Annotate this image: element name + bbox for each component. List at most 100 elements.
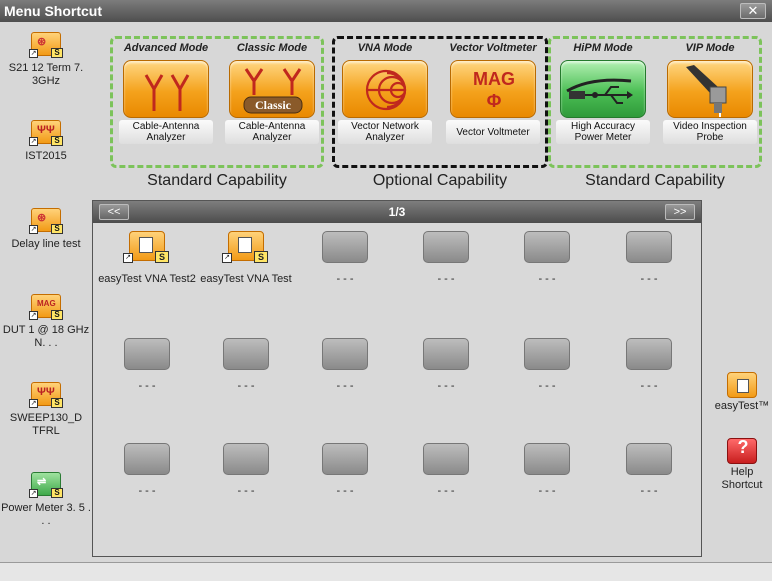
shortcut-slot-label: - - - <box>237 485 255 497</box>
page-indicator: 1/3 <box>388 205 406 219</box>
empty-slot-icon <box>223 443 269 475</box>
shortcut-slot[interactable]: - - - <box>599 443 699 498</box>
easytest-button[interactable]: easyTest™ <box>712 372 772 413</box>
shortcut-slot[interactable]: - - - <box>196 338 296 393</box>
shortcut-slot[interactable]: - - - <box>196 443 296 498</box>
window-titlebar: Menu Shortcut <box>0 0 772 22</box>
antenna-shortcut-icon: ΨΨ ↗ S <box>29 382 63 408</box>
shortcut-slot[interactable]: - - - <box>497 231 597 286</box>
shortcut-slot[interactable]: - - - <box>396 338 496 393</box>
app-name: Cable-Antenna Analyzer <box>225 120 319 144</box>
classic-antenna-icon: Classic <box>229 60 315 118</box>
empty-slot-icon <box>626 231 672 263</box>
window-title: Menu Shortcut <box>4 3 102 19</box>
empty-slot-icon <box>322 231 368 263</box>
phase-glyph: Φ <box>486 91 502 111</box>
shortcut-slot-label: - - - <box>640 380 658 392</box>
app-vector-network-analyzer[interactable]: VNA Mode Vector Network Analyzer <box>335 40 435 144</box>
shortcut-slot-label: - - - <box>336 380 354 392</box>
shortcut-slot[interactable]: - - - <box>97 443 197 498</box>
empty-slot-icon <box>524 231 570 263</box>
empty-slot-icon <box>124 443 170 475</box>
app-vector-voltmeter[interactable]: Vector Voltmeter MAG Φ Vector Voltmeter <box>443 40 543 144</box>
classic-badge: Classic <box>255 98 291 112</box>
app-name: Cable-Antenna Analyzer <box>119 120 213 144</box>
empty-slot-icon <box>322 338 368 370</box>
left-shortcut-2[interactable]: ΨΨ ↗ S IST2015 <box>0 120 92 163</box>
left-shortcut-label: S21 12 Term 7. 3GHz <box>8 62 84 87</box>
left-shortcut-label: IST2015 <box>25 150 67 162</box>
shortcut-slot[interactable]: - - - <box>295 443 395 498</box>
antenna-shortcut-icon: ΨΨ ↗ S <box>29 120 63 146</box>
shortcut-slot-label: easyTest VNA Test2 <box>98 273 196 285</box>
app-mode-label: VNA Mode <box>357 42 413 54</box>
shortcut-slot-label: - - - <box>437 380 455 392</box>
standard-capability-label-right: Standard Capability <box>585 172 725 189</box>
shortcut-slot-label: - - - <box>640 273 658 285</box>
shortcut-slot[interactable]: ↗ S easyTest VNA Test <box>196 231 296 286</box>
help-glyph: ? <box>737 437 749 457</box>
user-shortcut-panel: 1/3 << >> ↗ S easyTest VNA Test2 ↗ S easyTest… <box>92 200 702 557</box>
help-icon: ? <box>727 438 757 464</box>
shortcut-slot[interactable]: ↗ S easyTest VNA Test2 <box>97 231 197 286</box>
left-shortcut-4[interactable]: MAG ↗ S DUT 1 @ 18 GHz N. . . <box>0 294 92 350</box>
left-shortcut-6[interactable]: ⇌ ↗ S Power Meter 3. 5 . . . <box>0 472 92 528</box>
close-button[interactable]: ✕ <box>740 3 766 19</box>
shortcut-slot-label: - - - <box>640 485 658 497</box>
app-mode-label: Vector Voltmeter <box>449 42 537 54</box>
easytest-shortcut-icon: ↗ S <box>123 231 171 263</box>
help-label: Help Shortcut <box>721 466 763 491</box>
shortcut-slot-label: - - - <box>538 485 556 497</box>
mag-shortcut-icon: MAG ↗ S <box>29 294 63 320</box>
shortcut-slot[interactable]: - - - <box>295 231 395 286</box>
shortcut-slot[interactable]: - - - <box>396 443 496 498</box>
shortcut-slot-label: - - - <box>538 380 556 392</box>
left-shortcut-3[interactable]: ⊛ ↗ S Delay line test <box>0 208 92 251</box>
help-shortcut-button[interactable]: ? Help Shortcut <box>712 438 772 492</box>
shortcut-slot-label: easyTest VNA Test <box>200 273 292 285</box>
app-mode-label: HiPM Mode <box>573 42 633 54</box>
left-shortcut-label: DUT 1 @ 18 GHz N. . . <box>2 324 90 349</box>
status-bar <box>0 562 772 581</box>
panel-header: 1/3 <box>93 201 701 223</box>
app-name: Video Inspection Probe <box>663 120 757 144</box>
next-page-button[interactable]: >> <box>665 204 695 220</box>
app-cable-antenna-classic[interactable]: Classic Mode Classic Cable-Antenna Analy… <box>222 40 322 144</box>
vna-shortcut-icon: ⊛ ↗ S <box>29 208 63 234</box>
shortcut-slot[interactable]: - - - <box>497 338 597 393</box>
left-shortcut-5[interactable]: ΨΨ ↗ S SWEEP130_D TFRL <box>0 382 92 438</box>
shortcut-slot-label: - - - <box>237 380 255 392</box>
app-mode-label: Advanced Mode <box>123 42 209 54</box>
shortcut-slot[interactable]: - - - <box>497 443 597 498</box>
left-shortcut-1[interactable]: ⊛ ↗ S S21 12 Term 7. 3GHz <box>0 32 92 88</box>
app-mode-label: Classic Mode <box>236 42 308 54</box>
smith-chart-icon <box>342 60 428 118</box>
empty-slot-icon <box>322 443 368 475</box>
left-shortcut-label: Power Meter 3. 5 . . . <box>1 502 91 527</box>
shortcut-slot-label: - - - <box>336 273 354 285</box>
app-cable-antenna-advanced[interactable]: Advanced Mode Cable-Antenna Analyzer <box>116 40 216 144</box>
shortcut-slot[interactable]: - - - <box>396 231 496 286</box>
shortcut-slot[interactable]: - - - <box>599 231 699 286</box>
mag-phase-icon: MAG Φ <box>450 60 536 118</box>
shortcut-slot-label: - - - <box>138 380 156 392</box>
standard-capability-label-left: Standard Capability <box>147 172 287 189</box>
usb-power-sensor-icon <box>560 60 646 118</box>
shortcut-slot[interactable]: - - - <box>97 338 197 393</box>
shortcut-slot-label: - - - <box>138 485 156 497</box>
shortcut-slot[interactable]: - - - <box>295 338 395 393</box>
empty-slot-icon <box>524 338 570 370</box>
empty-slot-icon <box>423 443 469 475</box>
empty-slot-icon <box>423 231 469 263</box>
inspection-probe-icon <box>667 60 753 118</box>
prev-page-button[interactable]: << <box>99 204 129 220</box>
optional-capability-label: Optional Capability <box>372 172 508 189</box>
empty-slot-icon <box>626 338 672 370</box>
shortcut-slot[interactable]: - - - <box>599 338 699 393</box>
empty-slot-icon <box>423 338 469 370</box>
shortcut-slot-label: - - - <box>437 485 455 497</box>
app-video-inspection-probe[interactable]: VIP Mode Video Inspection Probe <box>660 40 760 144</box>
left-shortcut-label: SWEEP130_D TFRL <box>9 412 83 437</box>
left-shortcut-label: Delay line test <box>11 238 81 250</box>
app-high-accuracy-power-meter[interactable]: HiPM Mode High Accuracy Power Meter <box>553 40 653 144</box>
